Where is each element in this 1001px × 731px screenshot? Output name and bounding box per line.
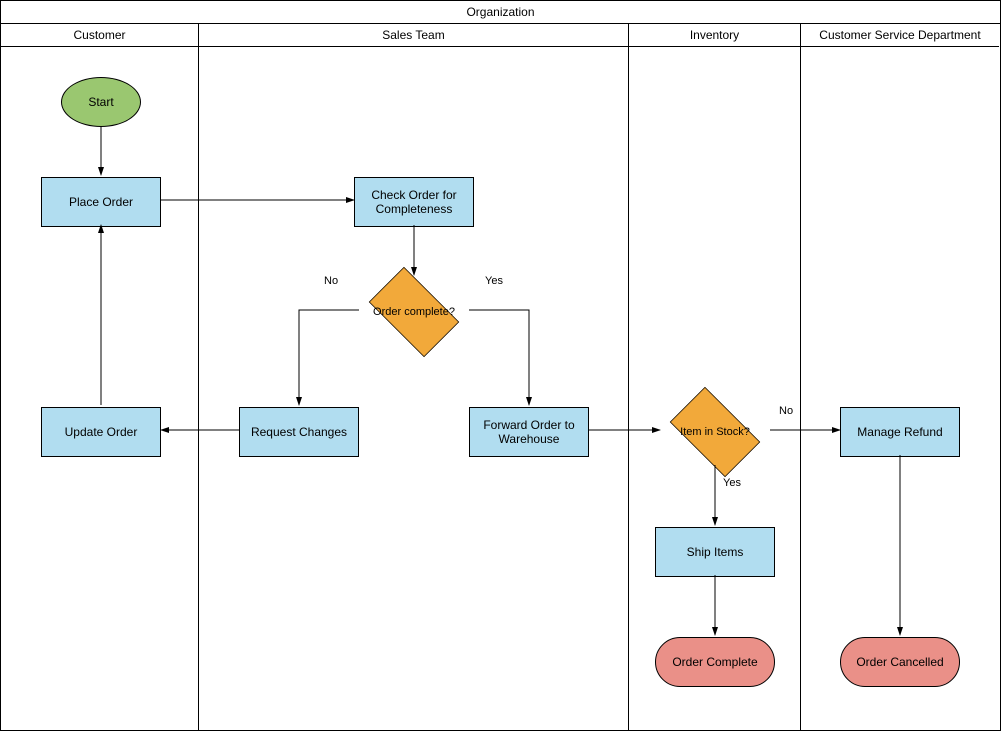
node-check-order: Check Order for Completeness — [354, 177, 474, 227]
lane-csd-header: Customer Service Department — [801, 24, 999, 47]
lane-customer: Customer Start Place Order Update Order — [1, 24, 199, 731]
lane-customer-header: Customer — [1, 24, 198, 47]
node-item-in-stock-q-label: Item in Stock? — [660, 397, 770, 467]
node-ship-items: Ship Items — [655, 527, 775, 577]
node-request-changes-label: Request Changes — [251, 425, 347, 439]
lane-sales-header: Sales Team — [199, 24, 628, 47]
swimlane-diagram: Organization Customer Start Place Order … — [0, 0, 1001, 731]
lane-csd: Customer Service Department Manage Refun… — [801, 24, 999, 731]
lane-inventory-header: Inventory — [629, 24, 800, 47]
node-order-complete: Order Complete — [655, 637, 775, 687]
node-request-changes: Request Changes — [239, 407, 359, 457]
node-start-label: Start — [88, 95, 113, 109]
lane-inventory-body: Item in Stock? Ship Items Order Complete… — [629, 47, 800, 731]
node-item-in-stock-q: Item in Stock? — [660, 397, 770, 467]
edge-label-no-2: No — [779, 405, 793, 417]
node-ship-items-label: Ship Items — [687, 545, 744, 559]
lane-sales: Sales Team Check Order for Completeness … — [199, 24, 629, 731]
node-forward-order-label: Forward Order to Warehouse — [483, 418, 574, 446]
node-start: Start — [61, 77, 141, 127]
edge-label-yes-1: Yes — [485, 275, 503, 287]
node-order-complete-label: Order Complete — [672, 655, 757, 669]
node-place-order-label: Place Order — [69, 195, 133, 209]
diagram-title: Organization — [1, 1, 1000, 24]
lane-csd-body: Manage Refund Order Cancelled — [801, 47, 999, 731]
node-order-cancelled: Order Cancelled — [840, 637, 960, 687]
node-place-order: Place Order — [41, 177, 161, 227]
node-order-cancelled-label: Order Cancelled — [856, 655, 943, 669]
edge-label-no-1: No — [324, 275, 338, 287]
node-order-complete-q-label: Order complete? — [359, 277, 469, 347]
edge-label-yes-2: Yes — [723, 477, 741, 489]
node-manage-refund-label: Manage Refund — [857, 425, 942, 439]
node-check-order-label: Check Order for Completeness — [371, 188, 456, 216]
node-update-order: Update Order — [41, 407, 161, 457]
node-order-complete-q: Order complete? — [359, 277, 469, 347]
lane-customer-body: Start Place Order Update Order — [1, 47, 198, 731]
node-manage-refund: Manage Refund — [840, 407, 960, 457]
node-forward-order: Forward Order to Warehouse — [469, 407, 589, 457]
lanes-container: Customer Start Place Order Update Order … — [1, 24, 1000, 731]
node-update-order-label: Update Order — [65, 425, 138, 439]
lane-inventory: Inventory Item in Stock? Ship Items Orde… — [629, 24, 801, 731]
lane-sales-body: Check Order for Completeness Order compl… — [199, 47, 628, 731]
